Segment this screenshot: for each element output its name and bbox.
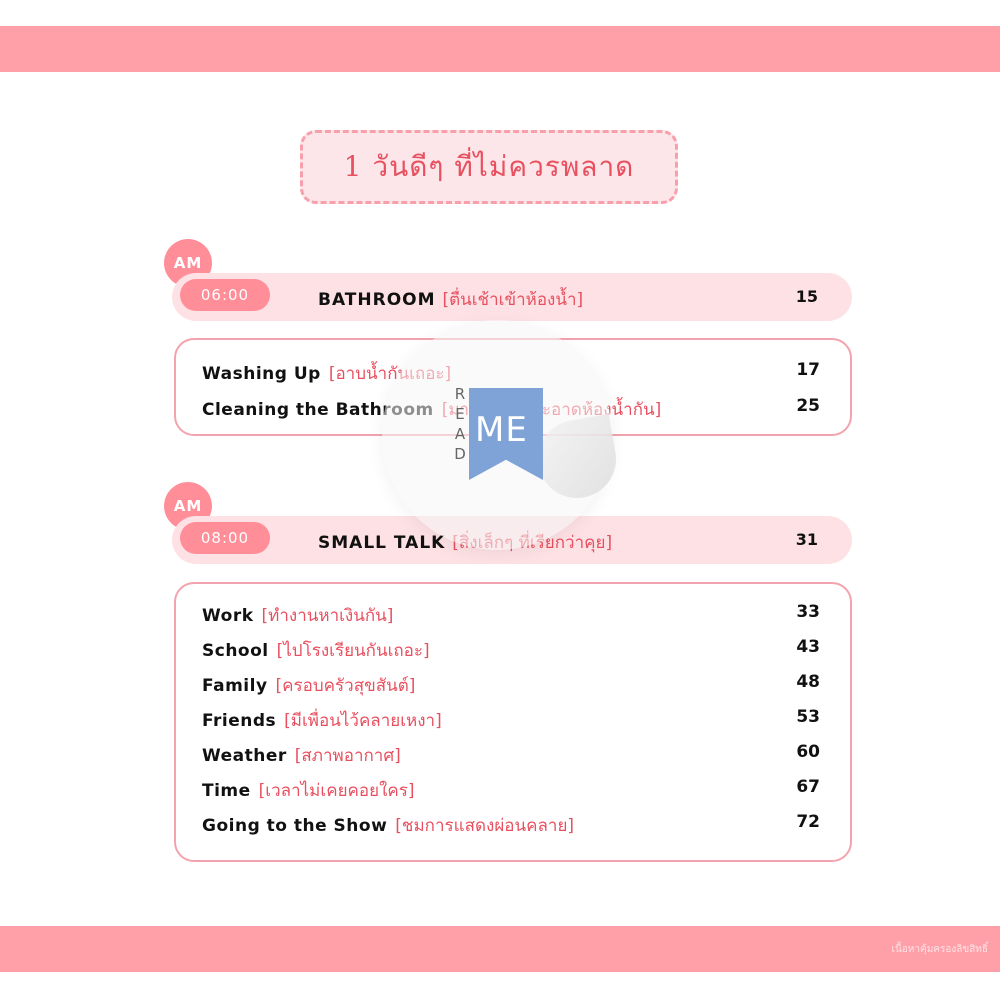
toc-item-title-th: [ชมการแสดงผ่อนคลาย] xyxy=(395,816,575,836)
toc-item-title-th: [สภาพอากาศ] xyxy=(294,746,401,766)
toc-item-title-en: Washing Up xyxy=(202,364,321,384)
toc-item[interactable]: Going to the Show [ชมการแสดงผ่อนคลาย] 72 xyxy=(202,812,820,836)
toc-item-page: 25 xyxy=(796,396,820,416)
watermark-letter: R xyxy=(454,385,466,403)
section-bathroom: AM 06:00 BATHROOM [ตื่นเช้าเข้าห้องน้ำ] … xyxy=(164,239,852,321)
toc-item-title-en: School xyxy=(202,641,269,661)
toc-item-title-th: [ไปโรงเรียนกันเถอะ] xyxy=(276,641,430,661)
toc-item-title-en: Family xyxy=(202,676,268,696)
toc-item[interactable]: Friends [มีเพื่อนไว้คลายเหงา] 53 xyxy=(202,707,820,731)
toc-item-title-en: Weather xyxy=(202,746,287,766)
toc-item-title-th: [มีเพื่อนไว้คลายเหงา] xyxy=(284,711,442,731)
toc-item-page: 67 xyxy=(796,777,820,797)
section-title-en: BATHROOM xyxy=(318,290,436,310)
toc-item-page: 43 xyxy=(796,637,820,657)
toc-item-page: 72 xyxy=(796,812,820,832)
chapter-title: 1 วันดีๆ ที่ไม่ควรพลาด xyxy=(343,150,635,183)
section-title-en: SMALL TALK xyxy=(318,533,446,553)
toc-item-title-th: [ครอบครัวสุขสันต์] xyxy=(275,676,416,696)
toc-item[interactable]: School [ไปโรงเรียนกันเถอะ] 43 xyxy=(202,637,820,661)
top-banner xyxy=(0,26,1000,72)
toc-item[interactable]: Time [เวลาไม่เคยคอยใคร] 67 xyxy=(202,777,820,801)
chapter-title-box: 1 วันดีๆ ที่ไม่ควรพลาด xyxy=(300,130,678,204)
toc-item[interactable]: Work [ทำงานหาเงินกัน] 33 xyxy=(202,602,820,626)
toc-item-page: 60 xyxy=(796,742,820,762)
section-header[interactable]: 06:00 BATHROOM [ตื่นเช้าเข้าห้องน้ำ] 15 xyxy=(172,273,852,321)
toc-item-title-th: [เวลาไม่เคยคอยใคร] xyxy=(258,781,415,801)
toc-item-title-th: [ทำงานหาเงินกัน] xyxy=(261,606,394,626)
toc-item-title-en: Work xyxy=(202,606,254,626)
toc-item-page: 48 xyxy=(796,672,820,692)
watermark-letter: E xyxy=(455,405,465,423)
section-items-small-talk: Work [ทำงานหาเงินกัน] 33 School [ไปโรงเรีย… xyxy=(174,582,852,862)
bottom-banner: เนื้อหาคุ้มครองลิขสิทธิ์ xyxy=(0,926,1000,972)
copyright-note: เนื้อหาคุ้มครองลิขสิทธิ์ xyxy=(891,944,988,955)
toc-item-page: 53 xyxy=(796,707,820,727)
toc-item-page: 33 xyxy=(796,602,820,622)
watermark-brand: ME xyxy=(475,410,528,450)
section-title: BATHROOM [ตื่นเช้าเข้าห้องน้ำ] xyxy=(318,286,583,313)
watermark-letter: A xyxy=(454,425,466,443)
toc-item-page: 17 xyxy=(796,360,820,380)
time-pill: 08:00 xyxy=(180,522,270,554)
toc-item-title-en: Going to the Show xyxy=(202,816,388,836)
time-pill: 06:00 xyxy=(180,279,270,311)
toc-item[interactable]: Weather [สภาพอากาศ] 60 xyxy=(202,742,820,766)
toc-item[interactable]: Family [ครอบครัวสุขสันต์] 48 xyxy=(202,672,820,696)
watermark-letter: D xyxy=(454,445,466,463)
toc-item-title-en: Time xyxy=(202,781,251,801)
section-title-th: [ตื่นเช้าเข้าห้องน้ำ] xyxy=(442,290,584,310)
section-page-number: 15 xyxy=(795,287,818,306)
section-page-number: 31 xyxy=(795,530,818,549)
watermark-read-letters: R E A D xyxy=(454,384,466,464)
toc-item-title-en: Friends xyxy=(202,711,277,731)
